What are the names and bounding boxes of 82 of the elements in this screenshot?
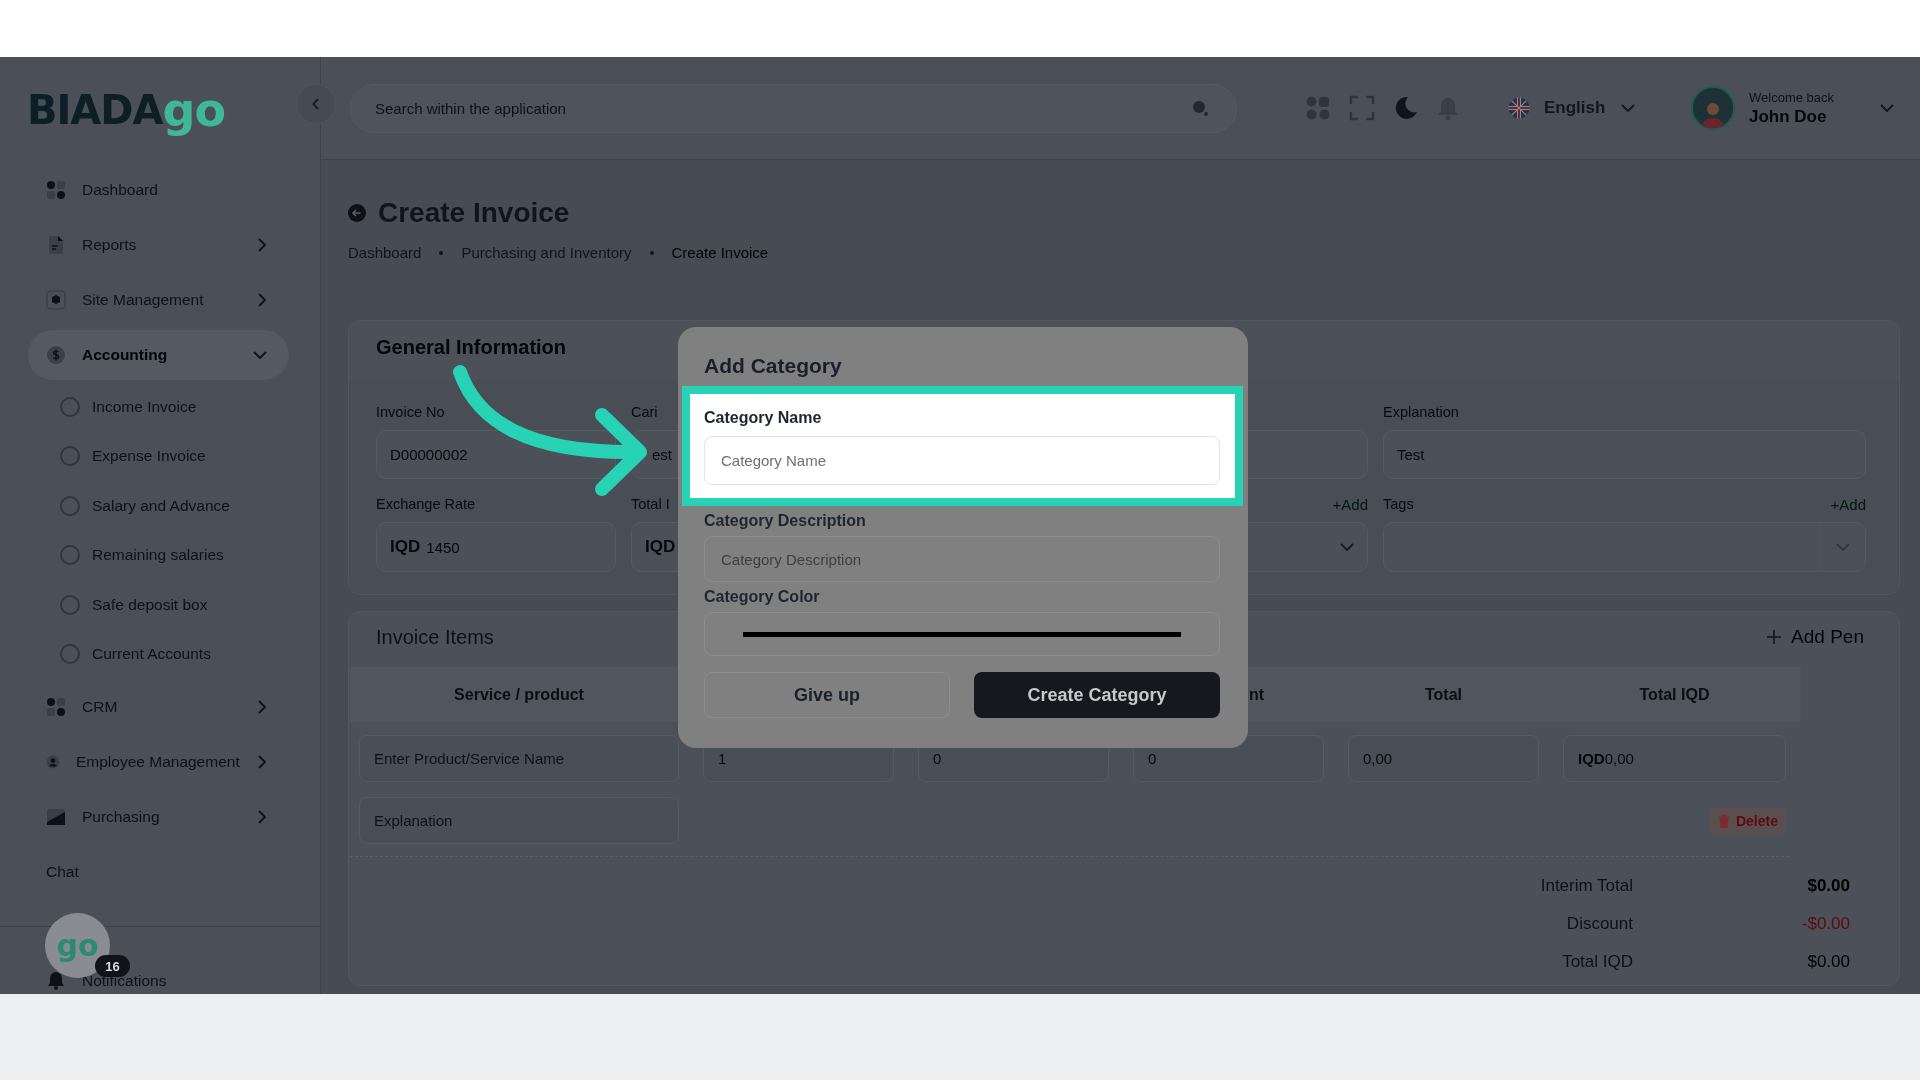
sidebar-subitem[interactable]: Income Invoice (28, 382, 289, 432)
search-field[interactable]: Search within the application (350, 83, 1237, 133)
input-field[interactable]: Category Description (704, 536, 1220, 582)
create-button[interactable]: Create Category (974, 672, 1220, 718)
input-field[interactable]: IQD0,00 (1563, 735, 1786, 782)
chevron-down-icon (1340, 542, 1354, 552)
breadcrumb-link[interactable]: Create Invoice (671, 244, 769, 261)
field-label: Total I (631, 496, 670, 512)
field-label: Invoice No (376, 404, 445, 420)
trash-icon (1717, 813, 1730, 828)
total-value: $0.00 (1806, 951, 1850, 973)
total-value: -$0.00 (1800, 913, 1850, 935)
page-title: Create Invoice (378, 197, 570, 229)
add-link[interactable]: +Add (1332, 495, 1368, 513)
select-field[interactable] (1383, 522, 1866, 572)
column-header: Total (1424, 685, 1463, 704)
sidebar-item[interactable]: Purchasing (28, 789, 289, 844)
chevron-down-icon[interactable] (1880, 103, 1894, 113)
breadcrumb-link[interactable]: Purchasing and Inventory (461, 244, 632, 261)
separator-dot (649, 250, 654, 255)
field-label: Cari (631, 404, 658, 420)
fullscreen-icon[interactable] (1349, 95, 1375, 121)
breadcrumb-link[interactable]: Dashboard (348, 244, 422, 261)
sidebar-item[interactable]: Chat (28, 844, 289, 899)
delete-button[interactable]: Delete (1709, 807, 1786, 834)
color-field[interactable] (704, 612, 1220, 656)
cube-icon (46, 289, 66, 310)
field-label: Category Name (704, 409, 823, 427)
card-icon (46, 806, 66, 827)
moon-icon[interactable] (1393, 95, 1419, 121)
sidebar-subitem[interactable]: Expense Invoice (28, 431, 289, 481)
sidebar-item[interactable]: CRM (28, 679, 289, 734)
add-link[interactable]: +Add (1830, 495, 1866, 513)
field-label: Category Color (704, 588, 821, 606)
count-badge: 16 (95, 955, 130, 977)
chevron-down-icon (1621, 103, 1635, 113)
sidebar-subitem[interactable]: Salary and Advance (28, 481, 289, 531)
sidebar-item[interactable]: Reports (28, 217, 289, 272)
bell-icon (46, 970, 66, 990)
input-field[interactable]: Enter Product/Service Name (359, 735, 679, 782)
separator-dot (439, 250, 444, 255)
document-icon (46, 234, 66, 255)
coin-icon (46, 344, 66, 365)
user-name: John Doe (1749, 106, 1828, 127)
sidebar-item[interactable]: Site Management (28, 272, 289, 327)
grid-icon (46, 179, 66, 200)
modal-title: Add Category (704, 355, 843, 377)
field-label: Explanation (1383, 404, 1459, 420)
person-icon (46, 754, 60, 769)
input-field[interactable]: Explanation (359, 797, 679, 844)
sidebar-subitem[interactable]: Remaining salaries (28, 530, 289, 580)
chevron-down-icon (1836, 542, 1850, 552)
cancel-button[interactable]: Give up (704, 672, 950, 718)
field-label: Exchange Rate (376, 496, 476, 512)
logo: BIADAgo (26, 81, 226, 139)
sidebar-subitem[interactable]: Current Accounts (28, 629, 289, 679)
section-title: General Information (375, 335, 568, 359)
total-value: $0.00 (1806, 875, 1850, 897)
sidebar-item[interactable]: Dashboard (28, 162, 289, 217)
sidebar-item[interactable]: Employee Management (28, 734, 289, 789)
search-icon[interactable] (1191, 98, 1209, 117)
sidebar-item[interactable]: Accounting (28, 329, 289, 380)
sidebar-subitem[interactable]: Safe deposit box (28, 580, 289, 630)
flag-icon (1508, 97, 1530, 119)
input-field[interactable]: IQD 1450 (376, 522, 616, 572)
input-field[interactable]: Test (1383, 430, 1866, 479)
total-label: Total IQD (1561, 951, 1633, 973)
avatar-icon[interactable] (1691, 86, 1735, 130)
field-label: Tags (1383, 496, 1414, 512)
column-header: Service / product (453, 685, 585, 704)
column-header: Total IQD (1638, 685, 1711, 704)
plus-icon (1767, 630, 1782, 644)
grid-icon (46, 696, 66, 717)
input-field[interactable]: 0,00 (1348, 735, 1539, 782)
total-label: Discount (1565, 913, 1633, 935)
section-title: Invoice Items (376, 625, 494, 649)
field-label: Category Description (704, 512, 867, 530)
chevron-left-icon (312, 98, 320, 110)
grid-icon[interactable] (1305, 95, 1331, 121)
welcome-text: Welcome back (1749, 89, 1834, 105)
total-label: Interim Total (1539, 875, 1633, 897)
add-button[interactable]: Add Pen (1767, 626, 1864, 648)
